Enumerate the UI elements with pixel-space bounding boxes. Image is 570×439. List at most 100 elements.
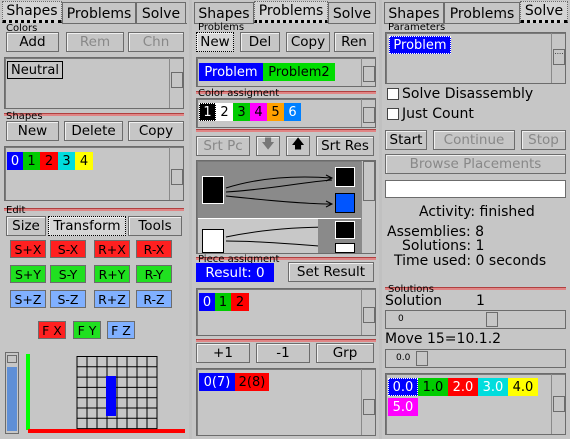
piece-list-scrollbar[interactable] bbox=[361, 289, 375, 335]
voxel-grid[interactable] bbox=[76, 356, 158, 430]
increment-count-button[interactable]: +1 bbox=[196, 343, 250, 363]
tab-solve[interactable]: Solve bbox=[520, 1, 568, 23]
scroll-thumb[interactable] bbox=[363, 66, 375, 82]
transform-button[interactable]: R+X bbox=[94, 240, 130, 258]
tab-shapes[interactable]: Shapes bbox=[2, 1, 62, 23]
color-list-scrollbar[interactable] bbox=[169, 58, 183, 108]
transform-button[interactable]: R+Z bbox=[94, 290, 130, 308]
tab-shapes[interactable]: Shapes bbox=[384, 2, 444, 24]
list-item[interactable]: Problem bbox=[389, 36, 451, 54]
change-color-button[interactable]: Chn bbox=[128, 32, 184, 52]
scroll-thumb[interactable] bbox=[363, 307, 375, 323]
parameter-list-scrollbar[interactable]: .... bbox=[551, 33, 565, 83]
shape-list-scrollbar[interactable] bbox=[169, 147, 183, 200]
list-item[interactable]: 6 bbox=[284, 103, 301, 121]
solve-disassembly-checkbox[interactable] bbox=[387, 88, 399, 100]
continue-button[interactable]: Continue bbox=[433, 130, 515, 150]
solution-slider[interactable]: 0 bbox=[385, 310, 566, 329]
flip-button[interactable]: F Y bbox=[73, 321, 101, 339]
list-item[interactable]: 2 bbox=[216, 103, 233, 121]
transform-button[interactable]: S-X bbox=[50, 240, 86, 258]
flip-button[interactable]: F Z bbox=[107, 321, 135, 339]
new-shape-button[interactable]: New bbox=[6, 121, 59, 141]
list-item[interactable]: 1 bbox=[199, 103, 216, 121]
scroll-thumb[interactable] bbox=[363, 399, 375, 415]
scroll-thumb[interactable] bbox=[553, 396, 565, 412]
piece-list[interactable]: 0 1 2 bbox=[196, 288, 376, 336]
list-item[interactable]: 0(7) bbox=[199, 373, 235, 391]
add-color-button[interactable]: Add bbox=[6, 32, 59, 52]
splitter[interactable] bbox=[196, 129, 376, 132]
stop-button[interactable]: Stop bbox=[521, 130, 566, 150]
count-list-scrollbar[interactable] bbox=[361, 369, 375, 435]
piece-mapping-view[interactable] bbox=[196, 160, 376, 254]
tab-solve[interactable]: Solve bbox=[328, 2, 376, 24]
problem-list-scrollbar[interactable] bbox=[361, 58, 375, 86]
tab-solve[interactable]: Solve bbox=[136, 2, 186, 24]
set-result-button[interactable]: Set Result bbox=[288, 262, 374, 282]
list-item[interactable]: 1.0 bbox=[418, 378, 448, 396]
tab-size[interactable]: Size bbox=[6, 216, 46, 236]
transform-button[interactable]: S+Y bbox=[10, 265, 46, 283]
sort-pieces-button[interactable]: Srt Pc bbox=[196, 136, 250, 156]
transform-button[interactable]: S+X bbox=[10, 240, 46, 258]
list-item[interactable]: 1 bbox=[215, 293, 231, 311]
color-list[interactable]: Neutral bbox=[4, 57, 184, 109]
flip-button[interactable]: F X bbox=[38, 321, 66, 339]
slider-thumb[interactable] bbox=[486, 312, 498, 327]
delete-problem-button[interactable]: Del bbox=[240, 32, 280, 52]
splitter[interactable] bbox=[4, 208, 184, 211]
list-item[interactable]: 0 bbox=[7, 152, 23, 170]
list-item[interactable]: Problem2 bbox=[263, 63, 335, 81]
tab-shapes[interactable]: Shapes bbox=[194, 2, 254, 24]
tab-tools[interactable]: Tools bbox=[128, 216, 182, 236]
just-count-checkbox[interactable] bbox=[387, 108, 399, 120]
list-item[interactable]: 4.0 bbox=[508, 378, 538, 396]
scroll-thumb[interactable]: .... bbox=[553, 49, 565, 65]
transform-button[interactable]: S+Z bbox=[10, 290, 46, 308]
result-shape-label[interactable]: Result: 0 bbox=[196, 263, 274, 282]
copy-problem-button[interactable]: Copy bbox=[286, 32, 330, 52]
tab-transform[interactable]: Transform bbox=[48, 216, 126, 236]
color-assignment-scrollbar[interactable] bbox=[361, 99, 375, 127]
voxel-cell[interactable] bbox=[106, 376, 116, 416]
list-item[interactable]: Problem bbox=[199, 63, 263, 81]
new-problem-button[interactable]: New bbox=[196, 32, 234, 52]
list-item[interactable]: 1 bbox=[23, 152, 40, 170]
splitter[interactable] bbox=[196, 339, 376, 342]
move-slider[interactable]: 0.0 bbox=[385, 349, 566, 368]
list-item[interactable]: 3 bbox=[233, 103, 250, 121]
transform-button[interactable]: R-Y bbox=[136, 265, 172, 283]
solution-pieces-list[interactable]: 0.0 1.0 2.0 3.0 4.0 5.0 bbox=[385, 373, 566, 435]
transform-button[interactable]: S-Z bbox=[50, 290, 86, 308]
move-down-button[interactable]: 🡇 bbox=[256, 136, 280, 156]
decrement-count-button[interactable]: -1 bbox=[256, 343, 310, 363]
transform-button[interactable]: R+Y bbox=[94, 265, 130, 283]
list-item[interactable]: 5.0 bbox=[388, 398, 418, 416]
copy-shape-button[interactable]: Copy bbox=[128, 121, 184, 141]
tab-problems[interactable]: Problems bbox=[444, 2, 520, 24]
transform-button[interactable]: R-Z bbox=[136, 290, 172, 308]
list-item[interactable]: 4 bbox=[75, 152, 93, 170]
tab-problems[interactable]: Problems bbox=[62, 2, 136, 24]
start-button[interactable]: Start bbox=[385, 130, 427, 150]
scroll-thumb[interactable] bbox=[171, 169, 183, 185]
list-item[interactable]: 0 bbox=[199, 293, 215, 311]
transform-button[interactable]: R-X bbox=[136, 240, 172, 258]
rename-problem-button[interactable]: Ren bbox=[334, 32, 374, 52]
browse-placements-button[interactable]: Browse Placements bbox=[385, 154, 566, 174]
parameter-problem-list[interactable]: Problem .... bbox=[385, 32, 566, 84]
list-item[interactable]: Neutral bbox=[7, 61, 63, 79]
move-up-button[interactable]: 🡅 bbox=[286, 136, 310, 156]
solution-pieces-scrollbar[interactable] bbox=[551, 374, 565, 434]
color-assignment-list[interactable]: 123456 bbox=[196, 98, 376, 128]
list-item[interactable]: 2(8) bbox=[235, 373, 269, 391]
tab-problems[interactable]: Problems bbox=[254, 1, 328, 23]
list-item[interactable]: 3 bbox=[58, 152, 75, 170]
list-item[interactable]: 5 bbox=[267, 103, 284, 121]
slider-thumb[interactable] bbox=[7, 355, 17, 363]
sort-results-button[interactable]: Srt Res bbox=[316, 136, 374, 156]
mapping-scrollbar[interactable] bbox=[361, 161, 375, 253]
group-button[interactable]: Grp bbox=[316, 343, 374, 363]
problem-list[interactable]: Problem Problem2 bbox=[196, 57, 376, 87]
